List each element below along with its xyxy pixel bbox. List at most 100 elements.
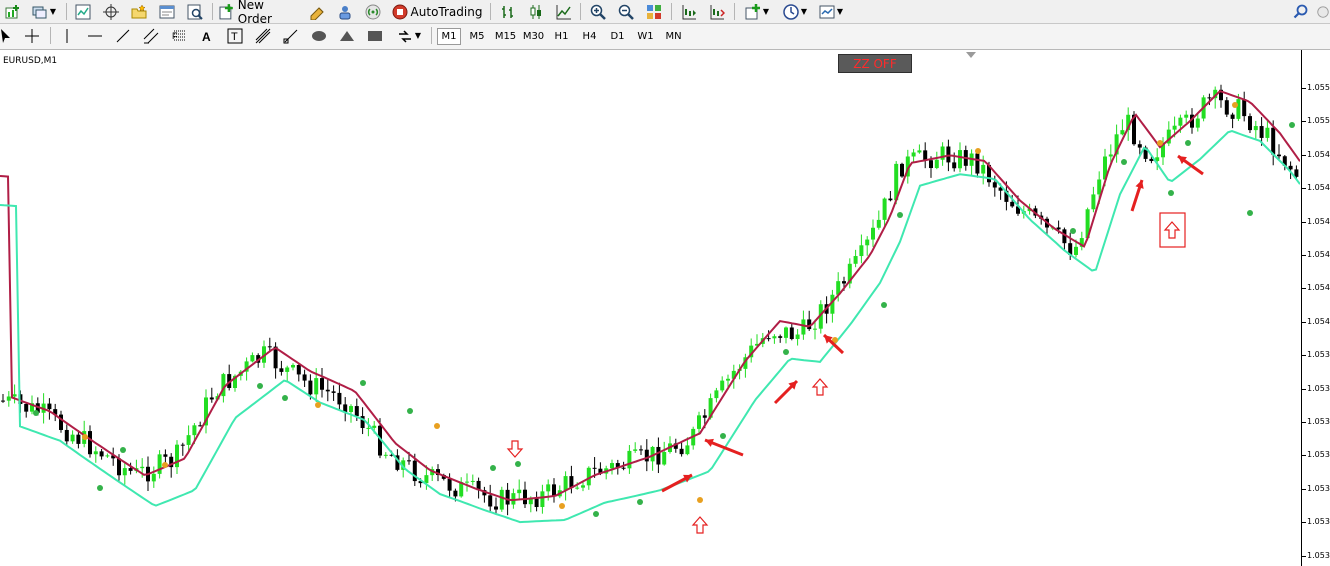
community-button[interactable] — [1316, 2, 1330, 21]
timeframe-d1[interactable]: D1 — [605, 28, 630, 45]
signal-dot-icon — [360, 380, 366, 386]
gann-fan-button[interactable] — [253, 26, 273, 45]
arrows-dropdown-button[interactable]: ▼ — [393, 26, 425, 45]
candle-body — [952, 162, 957, 169]
zoom-out-button[interactable] — [615, 2, 637, 21]
candle-body — [163, 454, 168, 457]
candle-body — [180, 444, 185, 446]
horizontal-line-button[interactable] — [85, 26, 105, 45]
candle-body — [349, 406, 353, 413]
text-tool-button[interactable]: A — [197, 26, 217, 45]
vertical-line-button[interactable] — [57, 26, 77, 45]
price-chart[interactable]: EURUSD,M1 ZZ OFF 1.055 1.055 1.054 1.054 1.0… — [0, 50, 1330, 566]
signal-dot-icon — [82, 434, 88, 440]
timeframe-h1[interactable]: H1 — [549, 28, 574, 45]
candle-body — [453, 490, 458, 497]
fibonacci-button[interactable]: F — [169, 26, 189, 45]
market-watch-button[interactable] — [72, 2, 94, 21]
candlestick-chart-button[interactable] — [525, 2, 547, 21]
candle-body — [285, 367, 290, 372]
arrow-tool-button[interactable] — [281, 26, 301, 45]
timeframe-m30[interactable]: M30 — [521, 28, 546, 45]
channel-icon — [143, 28, 159, 43]
chart-shift-button[interactable] — [678, 2, 700, 21]
price-axis[interactable]: 1.055 1.055 1.054 1.054 1.054 1.054 1.054 1.054… — [1301, 50, 1330, 566]
chart-shift-marker-icon[interactable] — [966, 52, 976, 59]
rectangle-button[interactable] — [365, 26, 385, 45]
search-button[interactable] — [1292, 2, 1310, 21]
candle-body — [778, 336, 783, 338]
templates-button[interactable]: ▼ — [815, 2, 847, 21]
candle-body — [93, 451, 98, 455]
timeframe-m5[interactable]: M5 — [464, 28, 490, 45]
signals-button[interactable] — [362, 2, 384, 21]
text-label-button[interactable]: T — [225, 26, 245, 45]
zoom-in-button[interactable] — [587, 2, 609, 21]
data-window-button[interactable] — [100, 2, 122, 21]
signal-dot-icon — [720, 433, 726, 439]
candle-body — [1149, 158, 1154, 162]
timeframe-w1[interactable]: W1 — [633, 28, 658, 45]
price-label: 1.053 — [1307, 417, 1330, 426]
metaeditor-button[interactable] — [306, 2, 328, 21]
price-tick — [1302, 255, 1306, 256]
price-label: 1.053 — [1307, 550, 1330, 560]
profiles-button[interactable]: ▼ — [28, 2, 60, 21]
terminal-button[interactable] — [156, 2, 178, 21]
candle-body — [424, 475, 429, 484]
chart-shift-icon — [682, 4, 696, 19]
price-label: 1.055 — [1307, 116, 1330, 126]
timeframe-mn[interactable]: MN — [661, 28, 686, 45]
candle-body — [534, 498, 539, 508]
price-label: 1.053 — [1307, 450, 1330, 460]
bar-chart-button[interactable] — [497, 2, 519, 21]
candle-body — [714, 390, 719, 399]
new-order-button[interactable]: New Order — [219, 0, 301, 26]
auto-scroll-button[interactable] — [706, 2, 728, 21]
svg-text:T: T — [231, 31, 238, 43]
candle-body — [1010, 201, 1015, 207]
candle-body — [656, 446, 661, 465]
expert-list-button[interactable] — [334, 2, 356, 21]
crosshair-button[interactable] — [22, 26, 42, 45]
ellipse-icon — [312, 30, 326, 41]
autotrading-button[interactable]: AutoTrading — [390, 2, 484, 21]
zz-toggle-button[interactable]: ZZ OFF — [838, 54, 912, 73]
timeframe-h4[interactable]: H4 — [577, 28, 602, 45]
candle-body — [76, 434, 81, 444]
signal-dot-icon — [1121, 159, 1127, 165]
candle-body — [662, 452, 667, 465]
price-label: 1.054 — [1307, 250, 1330, 259]
triangle-icon — [340, 30, 354, 41]
navigator-button[interactable] — [128, 2, 150, 21]
ellipse-button[interactable] — [309, 26, 329, 45]
strategy-tester-button[interactable] — [184, 2, 206, 21]
timeframe-m1[interactable]: M1 — [437, 28, 461, 45]
tile-windows-button[interactable] — [643, 2, 665, 21]
candle-body — [1074, 246, 1078, 255]
candle-body — [929, 160, 933, 169]
timeframe-m15[interactable]: M15 — [493, 28, 518, 45]
line-studies-toolbar: F A T ▼ M1 M5 M15 M30 H1 H4 D1 W1 MN — [0, 24, 1330, 50]
chevron-down-icon: ▼ — [800, 7, 808, 16]
candle-body — [279, 368, 284, 372]
candle-body — [296, 364, 301, 375]
cursor-button[interactable] — [0, 26, 14, 45]
chart-canvas[interactable] — [0, 50, 1300, 566]
equidistant-channel-button[interactable] — [141, 26, 161, 45]
chevron-down-icon: ▼ — [836, 7, 844, 16]
candle-body — [639, 449, 643, 451]
terminal-icon — [159, 5, 175, 18]
new-chart-button[interactable] — [2, 2, 24, 21]
hollow-up-arrow-icon — [811, 378, 829, 396]
text-label-icon: T — [227, 28, 243, 43]
indicators-plus-icon — [745, 3, 760, 19]
signal-dot-icon — [593, 511, 599, 517]
signal-dot-icon — [490, 465, 496, 471]
trendline-button[interactable] — [113, 26, 133, 45]
periods-button[interactable]: ▼ — [779, 2, 811, 21]
line-chart-button[interactable] — [553, 2, 575, 21]
candle-body — [331, 391, 336, 393]
triangle-button[interactable] — [337, 26, 357, 45]
indicators-button[interactable]: ▼ — [741, 2, 773, 21]
